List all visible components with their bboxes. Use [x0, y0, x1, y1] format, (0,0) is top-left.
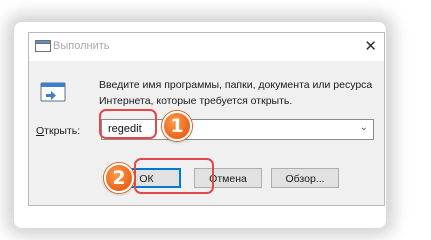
step-2-badge: 2 [104, 163, 134, 193]
close-icon[interactable]: ✕ [364, 38, 377, 54]
browse-button[interactable]: Обзор... [271, 168, 339, 188]
description-text: Введите имя программы, папки, документа … [99, 77, 379, 109]
window-title: Выполнить [53, 40, 110, 52]
run-app-icon [35, 40, 51, 52]
ok-highlight-outline [134, 158, 214, 194]
input-highlight-outline [99, 109, 157, 139]
description-line-2: Интернета, которые требуется открыть. [99, 95, 293, 107]
description-line-1: Введите имя программы, папки, документа … [99, 79, 373, 91]
open-label: Открыть: [36, 125, 80, 137]
step-1-badge: 1 [162, 111, 192, 141]
chevron-down-icon[interactable]: ⌄ [360, 122, 368, 133]
title-bar: Выполнить ✕ [29, 33, 384, 61]
run-dialog-icon [40, 82, 66, 102]
open-label-text: ткрыть: [44, 125, 81, 137]
open-label-access-key: О [36, 125, 45, 137]
